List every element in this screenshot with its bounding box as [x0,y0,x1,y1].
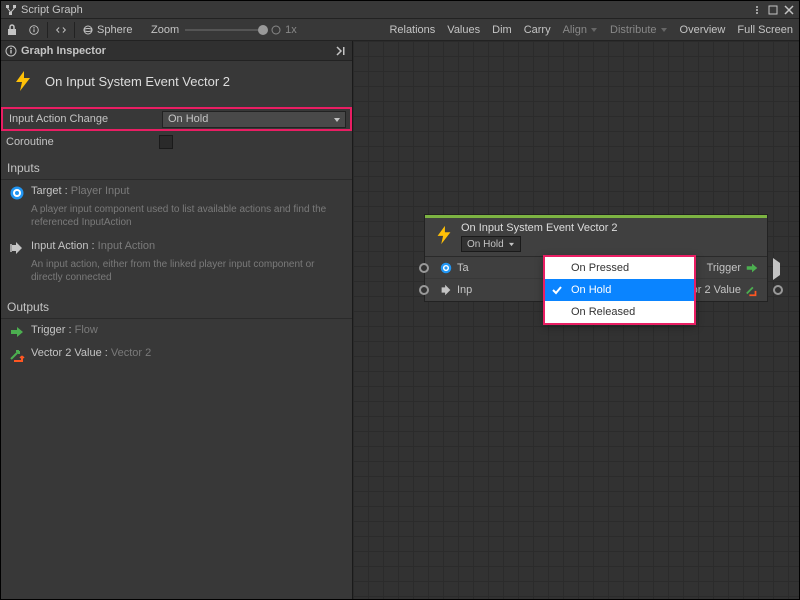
input-port[interactable] [419,263,429,273]
tab-dim[interactable]: Dim [486,20,518,40]
node-title: On Input System Event Vector 2 [461,222,759,234]
node-title: On Input System Event Vector 2 [45,74,230,89]
outputs-title: Outputs [1,290,352,318]
input-action-icon [439,283,453,297]
titlebar: Script Graph [1,1,799,19]
chevron-down-icon [508,242,515,247]
input-target-desc: A player input component used to list av… [1,203,352,235]
graph-icon [5,4,17,16]
output-port-vector2[interactable] [773,285,783,295]
input-action-change-dropdown[interactable]: On Hold [162,111,346,128]
zoom-value: 1x [285,24,297,36]
zoom-slider[interactable] [185,29,265,31]
close-icon[interactable] [783,4,795,16]
input-action-icon [9,240,25,256]
input-port[interactable] [419,285,429,295]
node-subtitle-dropdown[interactable]: On Hold [461,236,521,252]
vector2-icon [9,347,25,363]
toolbar: Sphere Zoom 1x Relations Values Dim Carr… [1,19,799,41]
tab-fullscreen[interactable]: Full Screen [731,20,799,40]
shape-dropdown[interactable]: Sphere [77,20,147,40]
collapse-icon[interactable] [334,45,348,57]
node-title-section: On Input System Event Vector 2 [1,61,352,107]
trigger-icon [9,324,25,340]
chevron-down-icon [333,117,341,123]
shape-label: Sphere [97,24,132,36]
info-icon [5,45,17,57]
info-button[interactable] [23,20,45,40]
tab-relations[interactable]: Relations [383,20,441,40]
trigger-icon [745,261,759,275]
output-trigger: Trigger : Flow [1,319,352,342]
highlighted-field: Input Action Change On Hold [1,107,352,131]
reset-zoom-icon[interactable] [271,25,281,35]
input-action-change-label: Input Action Change [7,113,162,125]
inspector-header: Graph Inspector [1,41,352,61]
coroutine-checkbox[interactable] [159,135,173,149]
code-button[interactable] [50,20,72,40]
tab-carry[interactable]: Carry [518,20,557,40]
tab-overview[interactable]: Overview [674,20,732,40]
input-action-desc: An input action, either from the linked … [1,258,352,290]
node-header[interactable]: On Input System Event Vector 2 On Hold [425,215,767,257]
lock-button[interactable] [1,20,23,40]
zoom-label: Zoom [151,24,179,36]
tab-align[interactable]: Align [557,20,604,40]
coroutine-label: Coroutine [4,136,159,148]
dropdown-item-on-hold[interactable]: On Hold [545,279,694,301]
dropdown-item-on-pressed[interactable]: On Pressed [545,257,694,279]
window-title: Script Graph [21,4,83,16]
bolt-icon [433,224,455,246]
check-icon [551,284,563,296]
dropdown-menu: On Pressed On Hold On Released [543,255,696,325]
input-target: Target : Player Input [1,180,352,203]
target-icon [9,185,25,201]
vector2-icon [745,283,759,297]
inspector-title: Graph Inspector [21,45,106,57]
inputs-title: Inputs [1,151,352,179]
graph-inspector: Graph Inspector On Input System Event Ve… [1,41,353,599]
dropdown-item-on-released[interactable]: On Released [545,301,694,323]
maximize-icon[interactable] [767,4,779,16]
input-action: Input Action : Input Action [1,235,352,258]
bolt-icon [11,69,35,93]
output-vector2: Vector 2 Value : Vector 2 [1,342,352,365]
target-icon [439,261,453,275]
graph-canvas[interactable]: On Input System Event Vector 2 On Hold T… [353,41,799,599]
menu-icon[interactable] [751,4,763,16]
tab-values[interactable]: Values [441,20,486,40]
tab-distribute[interactable]: Distribute [604,20,673,40]
zoom-control: Zoom 1x [151,24,297,36]
output-port-trigger[interactable] [773,263,783,273]
